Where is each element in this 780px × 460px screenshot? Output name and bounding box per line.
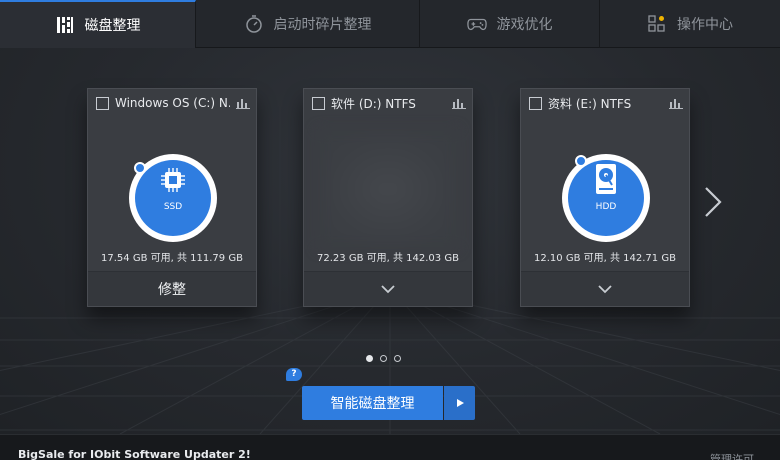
tab-disk-defrag[interactable]: 磁盘整理 <box>0 0 196 48</box>
boot-timer-icon <box>244 14 264 34</box>
play-arrow-icon <box>456 399 464 407</box>
tab-game-optimize[interactable]: 游戏优化 <box>420 0 600 48</box>
disk-type-label: HDD <box>595 202 617 212</box>
help-badge[interactable]: ? <box>286 368 302 381</box>
drive-checkbox[interactable] <box>529 96 542 110</box>
usage-ring <box>129 154 217 242</box>
drive-card-e[interactable]: 资料 (E:) NTFS HDD 12.10 GB 可用, 共 142.71 G… <box>520 88 690 307</box>
drive-space: 72.23 GB 可用, 共 142.03 GB <box>317 253 459 264</box>
card-header: Windows OS (C:) N... <box>88 89 256 117</box>
smart-defrag-button[interactable]: 智能磁盘整理 <box>302 386 443 420</box>
smart-defrag-menu-button[interactable] <box>444 386 475 420</box>
tab-label: 磁盘整理 <box>84 18 141 34</box>
pagination-dots <box>366 355 401 362</box>
disk-type-label: SSD <box>163 202 183 212</box>
card-header: 软件 (D:) NTFS <box>304 89 472 117</box>
main-tabs: 磁盘整理 启动时碎片整理 游戏优化 操作中心 <box>0 0 780 48</box>
drive-visual-placeholder <box>318 129 458 249</box>
chevron-down-icon <box>381 285 395 294</box>
expand-button[interactable] <box>304 271 472 306</box>
next-page-arrow-icon[interactable] <box>700 184 726 220</box>
drive-title: Windows OS (C:) N... <box>115 96 230 110</box>
ssd-chip-icon <box>161 168 185 192</box>
gamepad-icon <box>466 14 487 34</box>
hdd-icon <box>596 164 616 194</box>
trim-button[interactable]: 修整 <box>88 271 256 306</box>
drive-checkbox[interactable] <box>96 96 109 110</box>
drive-title: 软件 (D:) NTFS <box>331 96 416 111</box>
drive-card-d[interactable]: 软件 (D:) NTFS 72.23 GB 可用, 共 142.03 GB <box>303 88 473 307</box>
page-dot-2[interactable] <box>380 355 387 362</box>
drive-space: 17.54 GB 可用, 共 111.79 GB <box>101 253 243 264</box>
page-dot-1[interactable] <box>366 355 373 362</box>
bar-chart-icon[interactable] <box>452 97 466 109</box>
expand-button[interactable] <box>521 271 689 306</box>
defrag-icon <box>55 15 75 35</box>
promo-link[interactable]: BigSale for IObit Software Updater 2! <box>18 448 251 460</box>
tab-action-center[interactable]: 操作中心 <box>600 0 780 48</box>
footer-bar: BigSale for IObit Software Updater 2! 管理… <box>0 434 780 460</box>
page-dot-3[interactable] <box>394 355 401 362</box>
drive-card-c[interactable]: Windows OS (C:) N... SSD 17.54 GB 可用, 共 … <box>87 88 257 307</box>
bar-chart-icon[interactable] <box>236 97 250 109</box>
drive-stage: Windows OS (C:) N... SSD 17.54 GB 可用, 共 … <box>0 48 780 434</box>
tab-boot-time-defrag[interactable]: 启动时碎片整理 <box>196 0 420 48</box>
card-header: 资料 (E:) NTFS <box>521 89 689 117</box>
tab-label: 游戏优化 <box>496 17 553 33</box>
chevron-down-icon <box>598 285 612 294</box>
drive-space: 12.10 GB 可用, 共 142.71 GB <box>534 253 676 264</box>
action-center-icon <box>647 14 667 34</box>
drive-title: 资料 (E:) NTFS <box>548 96 632 111</box>
tab-label: 启动时碎片整理 <box>273 17 372 33</box>
manage-license-link[interactable]: 管理许可 <box>710 451 754 460</box>
tab-label: 操作中心 <box>677 17 733 33</box>
drive-checkbox[interactable] <box>312 96 325 110</box>
bar-chart-icon[interactable] <box>669 97 683 109</box>
